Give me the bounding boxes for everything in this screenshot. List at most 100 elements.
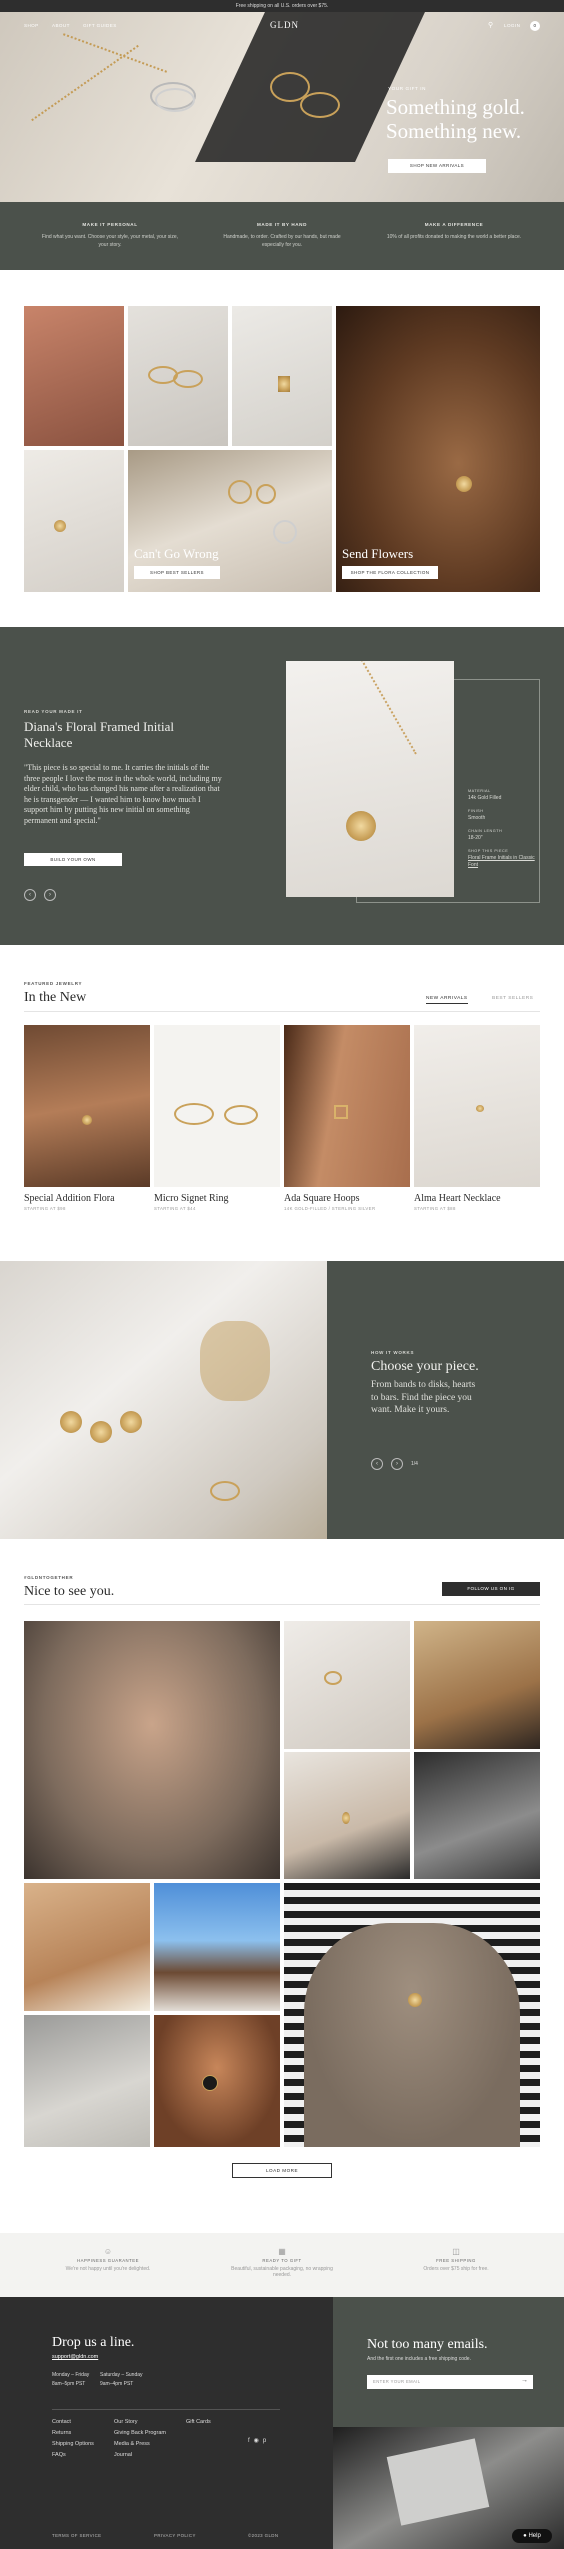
how-eyebrow: HOW IT WORKS bbox=[371, 1350, 415, 1355]
submit-arrow-icon[interactable]: → bbox=[521, 2377, 528, 2384]
support-email-link[interactable]: support@gldn.com bbox=[52, 2354, 98, 2360]
guarantee-shipping: ◫ FREE SHIPPING Orders over $75 ship for… bbox=[396, 2247, 516, 2272]
product-name[interactable]: Alma Heart Necklace bbox=[414, 1193, 539, 1204]
footer-link[interactable]: Returns bbox=[52, 2428, 94, 2439]
tab-new-arrivals[interactable]: NEW ARRIVALS bbox=[426, 996, 468, 1004]
tab-best-sellers[interactable]: BEST SELLERS bbox=[492, 996, 533, 1001]
footer-link[interactable]: Journal bbox=[114, 2450, 166, 2461]
terms-link[interactable]: TERMS OF SERVICE bbox=[52, 2533, 102, 2538]
product-card[interactable]: Micro Signet Ring STARTING AT $44 bbox=[154, 1187, 279, 1211]
social-photo[interactable] bbox=[24, 1621, 280, 1879]
footer-contact: Drop us a line. support@gldn.com Monday … bbox=[0, 2297, 333, 2549]
story-specs: MATERIAL 14k Gold Filled FINISH Smooth C… bbox=[468, 789, 538, 869]
instagram-icon[interactable]: ◉ bbox=[254, 2438, 263, 2444]
product-name[interactable]: Special Addition Flora bbox=[24, 1193, 149, 1204]
value-title: MAKE IT PERSONAL bbox=[82, 222, 138, 227]
nav-shop[interactable]: SHOP bbox=[24, 23, 39, 28]
truck-icon: ◫ bbox=[452, 2247, 460, 2256]
cart-icon[interactable]: 0 bbox=[530, 21, 540, 31]
shop-best-sellers-button[interactable]: SHOP BEST SELLERS bbox=[134, 566, 220, 579]
product-card[interactable]: Special Addition Flora STARTING AT $98 bbox=[24, 1187, 149, 1211]
product-name[interactable]: Micro Signet Ring bbox=[154, 1193, 279, 1204]
prev-arrow-icon[interactable]: ‹ bbox=[371, 1458, 383, 1470]
social-photo[interactable] bbox=[284, 1621, 410, 1749]
nav-about[interactable]: ABOUT bbox=[52, 23, 70, 28]
hours-value: 9am–4pm PST bbox=[100, 2381, 134, 2387]
social-photo[interactable] bbox=[284, 1883, 540, 2147]
spec-value: Smooth bbox=[468, 815, 486, 821]
build-your-own-button[interactable]: BUILD YOUR OWN bbox=[24, 853, 122, 866]
social-eyebrow: #GLDNTOGETHER bbox=[24, 1575, 74, 1580]
guarantee-title: READY TO GIFT bbox=[262, 2258, 302, 2263]
help-button[interactable]: ● Help bbox=[512, 2529, 552, 2543]
prev-arrow-icon[interactable]: ‹ bbox=[24, 889, 36, 901]
product-card[interactable]: Ada Square Hoops 14K GOLD-FILLED / STERLI… bbox=[284, 1187, 409, 1211]
next-arrow-icon[interactable]: › bbox=[44, 889, 56, 901]
collage-rings[interactable] bbox=[128, 306, 228, 446]
logo[interactable]: GLDN bbox=[270, 20, 299, 30]
guarantee-gift: ▦ READY TO GIFT Beautiful, sustainable p… bbox=[222, 2247, 342, 2278]
social-photo[interactable] bbox=[154, 2015, 280, 2147]
social-photo[interactable] bbox=[414, 1621, 540, 1749]
social-photo[interactable] bbox=[24, 2015, 150, 2147]
social-photo[interactable] bbox=[24, 1883, 150, 2011]
product-image[interactable] bbox=[284, 1025, 410, 1187]
spec-value: 18-20" bbox=[468, 835, 483, 841]
guarantee-title: FREE SHIPPING bbox=[436, 2258, 476, 2263]
product-price: STARTING AT $88 bbox=[414, 1206, 456, 1211]
product-name[interactable]: Ada Square Hoops bbox=[284, 1193, 409, 1204]
footer-link[interactable]: Gift Cards bbox=[186, 2417, 211, 2428]
customer-story: READ YOUR MADE IT Diana's Floral Framed … bbox=[0, 627, 564, 945]
guarantee-text: We're not happy until you're delighted. bbox=[65, 2266, 151, 2272]
social-photo[interactable] bbox=[154, 1883, 280, 2011]
spec-label: SHOP THIS PIECE bbox=[468, 849, 509, 853]
hero-eyebrow: YOUR GIFT IN bbox=[388, 86, 426, 91]
footer-link[interactable]: Our Story bbox=[114, 2417, 166, 2428]
load-more-button[interactable]: LOAD MORE bbox=[232, 2163, 332, 2178]
shop-this-piece-link[interactable]: Floral Frame Initials in Classic Font bbox=[468, 855, 538, 869]
guarantee-band: ☺ HAPPINESS GUARANTEE We're not happy un… bbox=[0, 2233, 564, 2297]
footer-link[interactable]: Contact bbox=[52, 2417, 94, 2428]
spec-value: 14k Gold Filled bbox=[468, 795, 502, 801]
collage-send-flowers[interactable]: Send Flowers SHOP THE FLORA COLLECTION bbox=[336, 306, 540, 592]
nav-gift-guides[interactable]: GIFT GUIDES bbox=[83, 23, 117, 28]
privacy-link[interactable]: PRIVACY POLICY bbox=[154, 2533, 196, 2538]
social-title: Nice to see you. bbox=[24, 1584, 115, 1599]
product-image[interactable] bbox=[154, 1025, 280, 1187]
footer-links-1: Contact Returns Shipping Options FAQs bbox=[52, 2417, 94, 2461]
nav-login[interactable]: LOGIN bbox=[504, 23, 520, 28]
collage-chain[interactable] bbox=[24, 450, 124, 592]
guarantee-title: HAPPINESS GUARANTEE bbox=[76, 2258, 140, 2263]
shop-new-arrivals-button[interactable]: SHOP NEW ARRIVALS bbox=[388, 159, 486, 173]
next-arrow-icon[interactable]: › bbox=[391, 1458, 403, 1470]
hours-label: Monday – Friday bbox=[52, 2372, 90, 2378]
value-text: Handmade, to order. Crafted by our hands… bbox=[223, 234, 341, 248]
product-card[interactable]: Alma Heart Necklace STARTING AT $88 bbox=[414, 1187, 539, 1211]
spec-label: CHAIN LENGTH bbox=[468, 829, 503, 833]
help-label: Help bbox=[528, 2533, 541, 2539]
collage-tag-necklace[interactable] bbox=[232, 306, 332, 446]
value-text: Find what you want. Choose your style, y… bbox=[41, 234, 179, 248]
newsletter-email-input[interactable]: ENTER YOUR EMAIL → bbox=[367, 2375, 533, 2389]
pinterest-icon[interactable]: p bbox=[263, 2438, 270, 2444]
spec-label: MATERIAL bbox=[468, 789, 491, 793]
footer-link[interactable]: Media & Press bbox=[114, 2439, 166, 2450]
hours-value: 8am–5pm PST bbox=[52, 2381, 86, 2387]
product-image[interactable] bbox=[24, 1025, 150, 1187]
shop-flora-button[interactable]: SHOP THE FLORA COLLECTION bbox=[342, 566, 438, 579]
collage-hand-rings[interactable] bbox=[24, 306, 124, 446]
email-placeholder: ENTER YOUR EMAIL bbox=[373, 2379, 421, 2384]
divider bbox=[52, 2409, 280, 2410]
follow-instagram-button[interactable]: FOLLOW US ON IG bbox=[442, 1582, 540, 1596]
social-photo[interactable] bbox=[284, 1752, 410, 1879]
value-text: 10% of all profits donated to making the… bbox=[386, 234, 522, 240]
search-icon[interactable]: ⚲ bbox=[488, 21, 494, 29]
product-price: STARTING AT $98 bbox=[24, 1206, 66, 1211]
social-photo[interactable] bbox=[414, 1752, 540, 1879]
product-image[interactable] bbox=[414, 1025, 540, 1187]
footer-link[interactable]: Giving Back Program bbox=[114, 2428, 166, 2439]
footer-links-3: Gift Cards bbox=[186, 2417, 211, 2428]
footer-link[interactable]: FAQs bbox=[52, 2450, 94, 2461]
collage-cant-go-wrong[interactable]: Can't Go Wrong SHOP BEST SELLERS bbox=[128, 450, 332, 592]
footer-link[interactable]: Shipping Options bbox=[52, 2439, 94, 2450]
